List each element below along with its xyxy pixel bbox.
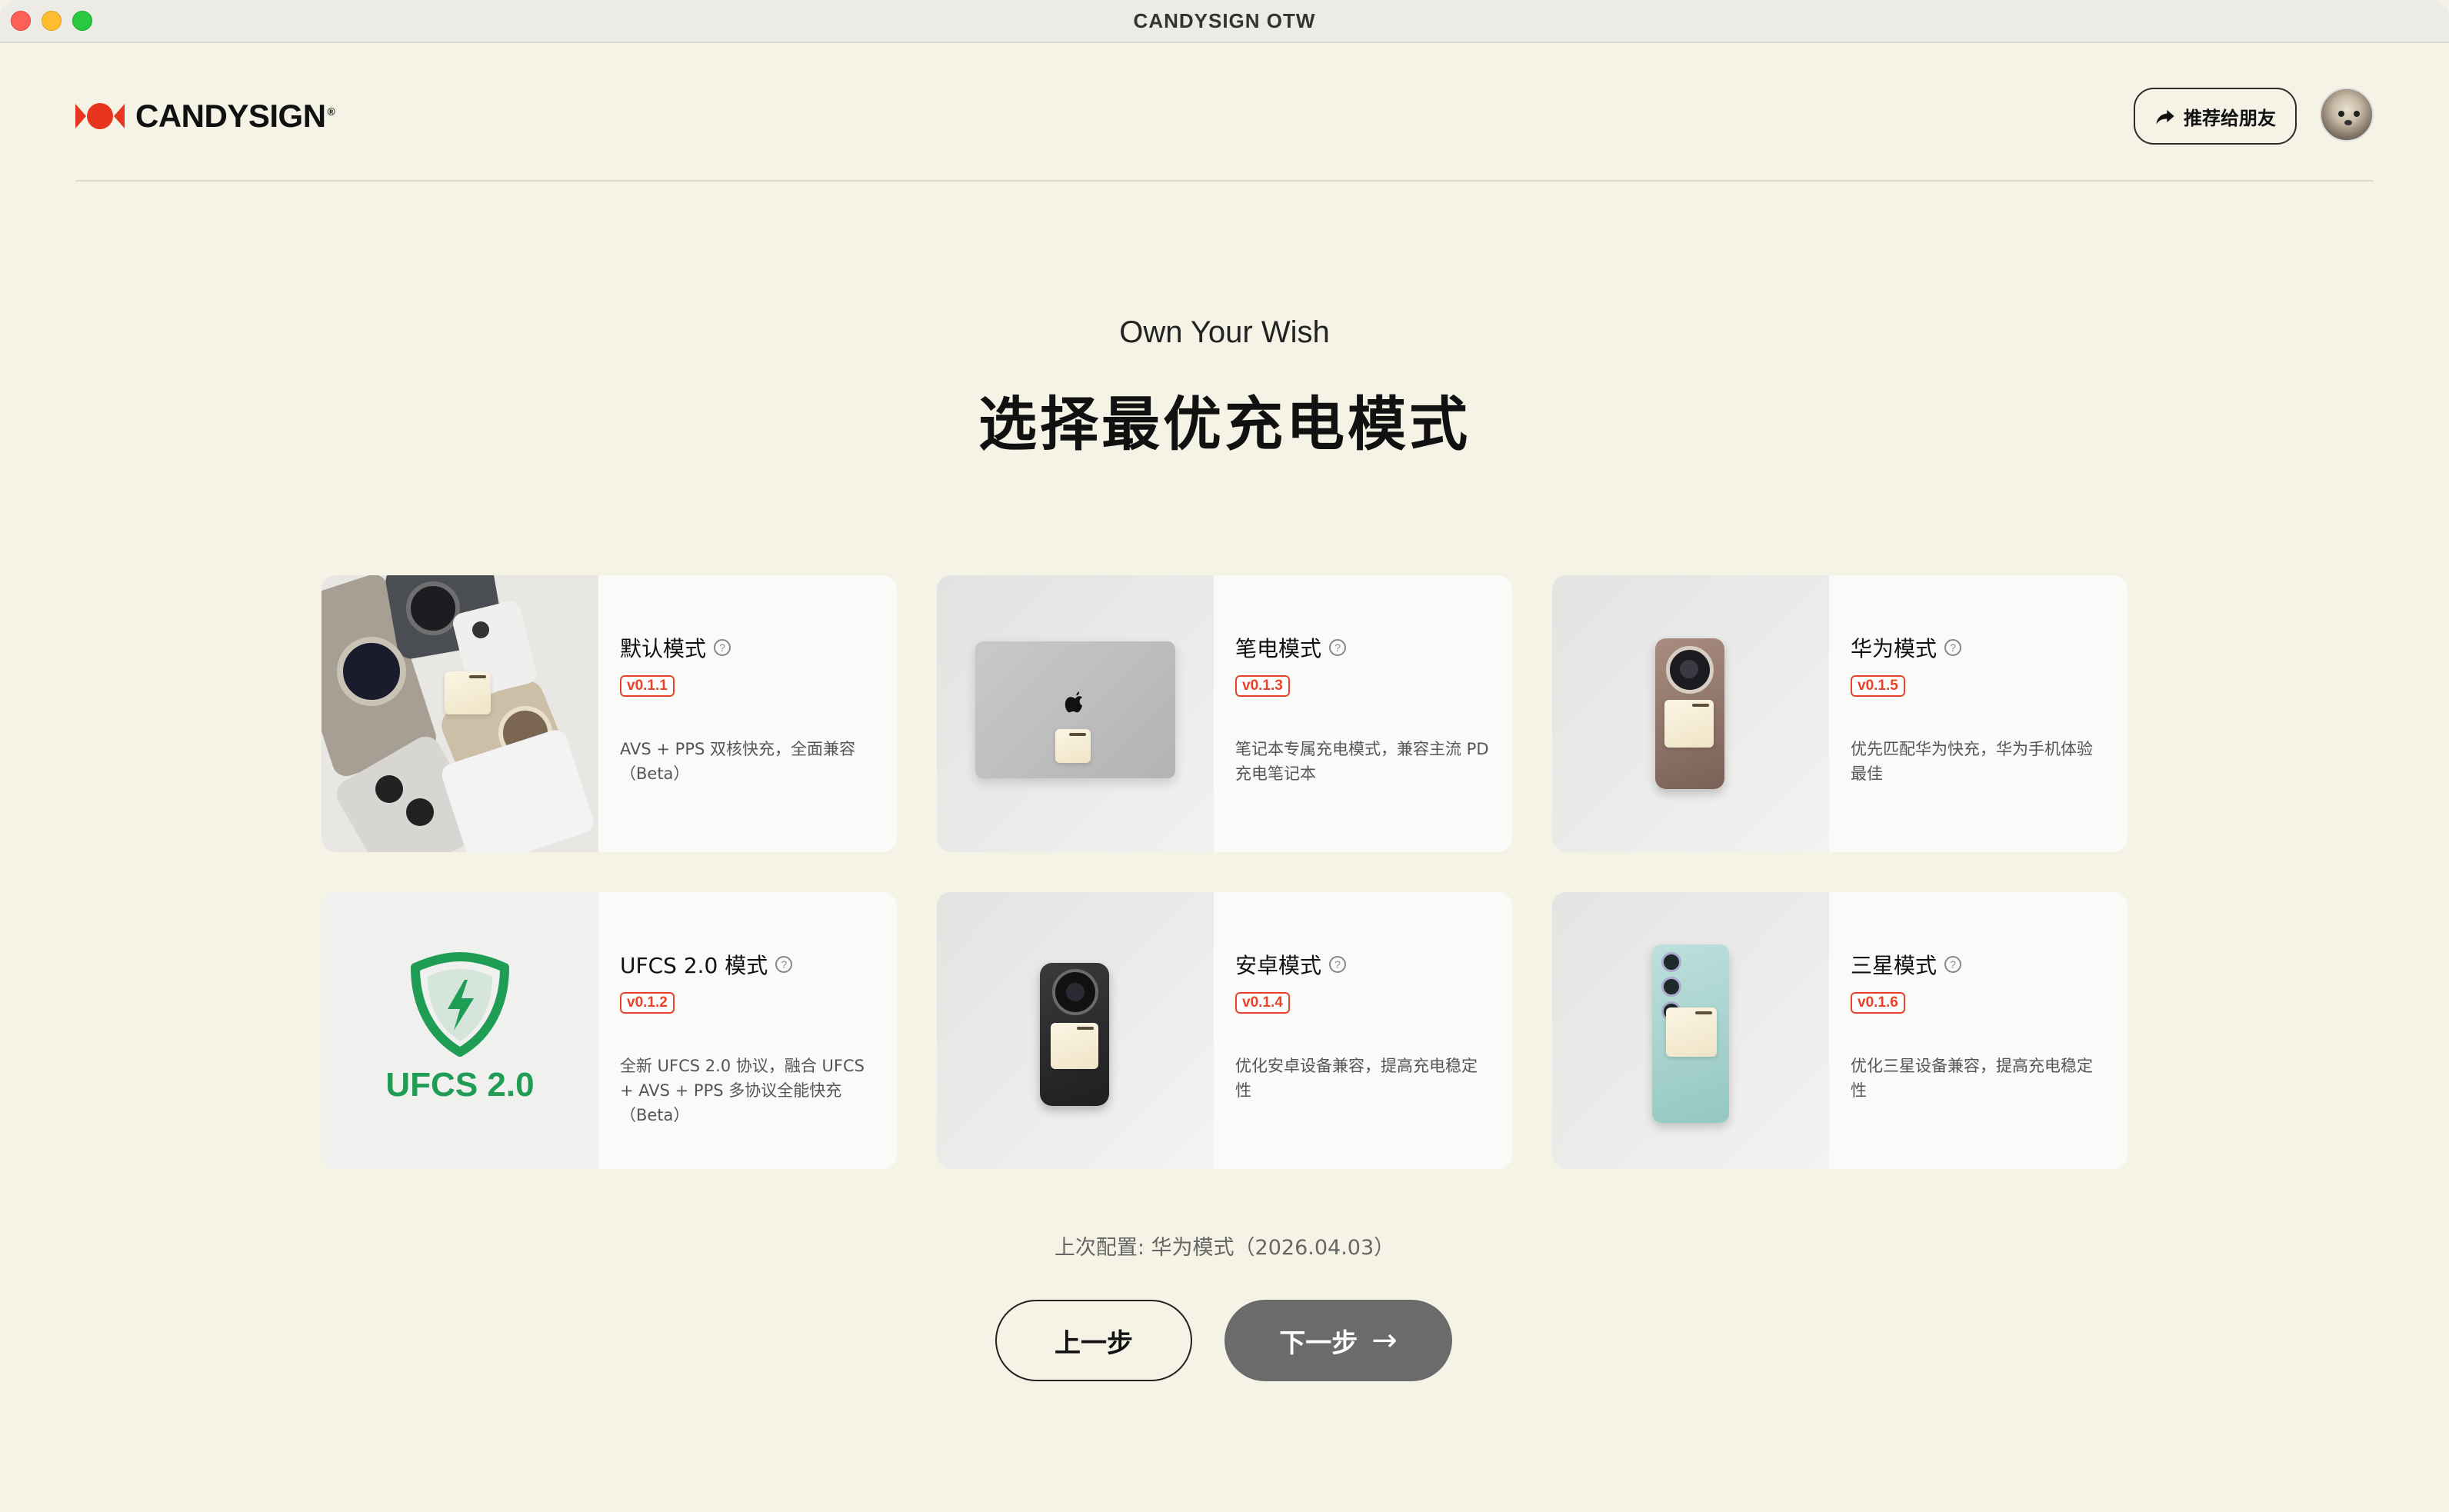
mode-card-huawei[interactable]: 华为模式? v0.1.5 优先匹配华为快充，华为手机体验最佳 xyxy=(1552,575,2127,852)
share-arrow-icon xyxy=(2156,109,2174,125)
previous-step-label: 上一步 xyxy=(1055,1327,1133,1359)
mode-card-android[interactable]: 安卓模式? v0.1.4 优化安卓设备兼容，提高充电稳定性 xyxy=(937,892,1512,1169)
help-icon[interactable]: ? xyxy=(1329,956,1347,973)
huawei-phone-image xyxy=(1552,575,1829,852)
charger-image xyxy=(1051,1023,1098,1069)
ufcs-shield-image: UFCS 2.0 xyxy=(322,892,598,1169)
version-badge: v0.1.5 xyxy=(1851,675,1905,697)
mode-name: 笔电模式? xyxy=(1235,632,1347,663)
share-label: 推荐给朋友 xyxy=(2184,107,2276,129)
mode-card-default[interactable]: 默认模式? v0.1.1 AVS + PPS 双核快充，全面兼容（Beta） xyxy=(322,575,897,852)
laptop-image xyxy=(937,575,1214,852)
title-bar: CANDYSIGN OTW xyxy=(0,0,2449,43)
samsung-phone-image xyxy=(1552,892,1829,1169)
ufcs-shield-icon xyxy=(411,952,509,1057)
charger-image xyxy=(1055,729,1091,763)
help-icon[interactable]: ? xyxy=(1329,639,1347,656)
last-config-text: 上次配置: 华为模式（2026.04.03） xyxy=(1054,1236,1395,1260)
apple-logo-icon xyxy=(1065,691,1082,713)
version-badge: v0.1.3 xyxy=(1235,675,1290,697)
ufcs-logo-text: UFCS 2.0 xyxy=(385,1066,535,1104)
mode-name: 三星模式? xyxy=(1851,949,1962,980)
avatar-nose xyxy=(2344,120,2352,125)
page-title: 选择最优充电模式 xyxy=(978,390,1471,458)
app-window: CANDYSIGN OTW CANDYSIGN ® 推荐给朋友 Own Your … xyxy=(0,0,2449,1512)
avatar-eye xyxy=(2354,111,2360,117)
mode-description: 优先匹配华为快充，华为手机体验最佳 xyxy=(1851,740,2093,783)
avatar-eye xyxy=(2338,111,2344,117)
mode-description: 笔记本专属充电模式，兼容主流 PD 充电笔记本 xyxy=(1235,740,1489,783)
mode-description: 优化三星设备兼容，提高充电稳定性 xyxy=(1851,1057,2093,1100)
hero-subtitle: Own Your Wish xyxy=(1119,315,1330,349)
next-step-button[interactable]: 下一步 → xyxy=(1224,1300,1452,1381)
mode-name: 默认模式? xyxy=(620,632,731,663)
android-phone-image xyxy=(937,892,1214,1169)
brand-name: CANDYSIGN ® xyxy=(135,98,335,134)
previous-step-button[interactable]: 上一步 xyxy=(995,1300,1192,1381)
mode-name: UFCS 2.0 模式? xyxy=(620,949,793,980)
mode-description: 优化安卓设备兼容，提高充电稳定性 xyxy=(1235,1057,1478,1100)
mode-description: 全新 UFCS 2.0 协议，融合 UFCS + AVS + PPS 多协议全能… xyxy=(620,1057,865,1124)
share-button[interactable]: 推荐给朋友 xyxy=(2134,88,2297,145)
next-step-label: 下一步 xyxy=(1279,1327,1358,1359)
version-badge: v0.1.1 xyxy=(620,675,675,697)
window-title: CANDYSIGN OTW xyxy=(1133,9,1316,32)
user-avatar[interactable] xyxy=(2320,88,2374,142)
mode-card-laptop[interactable]: 笔电模式? v0.1.3 笔记本专属充电模式，兼容主流 PD 充电笔记本 xyxy=(937,575,1512,852)
version-badge: v0.1.2 xyxy=(620,992,675,1014)
arrow-right-icon: → xyxy=(1371,1323,1398,1358)
mode-name: 安卓模式? xyxy=(1235,949,1347,980)
version-badge: v0.1.6 xyxy=(1851,992,1905,1014)
help-icon[interactable]: ? xyxy=(1944,956,1962,973)
help-icon[interactable]: ? xyxy=(775,956,793,973)
brand-logo: CANDYSIGN ® xyxy=(75,98,335,134)
header-divider xyxy=(75,180,2374,182)
mode-card-ufcs[interactable]: UFCS 2.0 UFCS 2.0 模式? v0.1.2 全新 UFCS 2.0… xyxy=(322,892,897,1169)
help-icon[interactable]: ? xyxy=(714,639,731,656)
mode-card-samsung[interactable]: 三星模式? v0.1.6 优化三星设备兼容，提高充电稳定性 xyxy=(1552,892,2127,1169)
charger-image xyxy=(1664,700,1714,748)
phones-collection-image xyxy=(322,575,598,852)
charger-image xyxy=(445,671,491,714)
mode-description: AVS + PPS 双核快充，全面兼容（Beta） xyxy=(620,740,855,783)
mode-name: 华为模式? xyxy=(1851,632,1962,663)
version-badge: v0.1.4 xyxy=(1235,992,1290,1014)
help-icon[interactable]: ? xyxy=(1944,639,1962,656)
charger-image xyxy=(1666,1007,1717,1057)
candy-logo-icon xyxy=(75,103,125,129)
